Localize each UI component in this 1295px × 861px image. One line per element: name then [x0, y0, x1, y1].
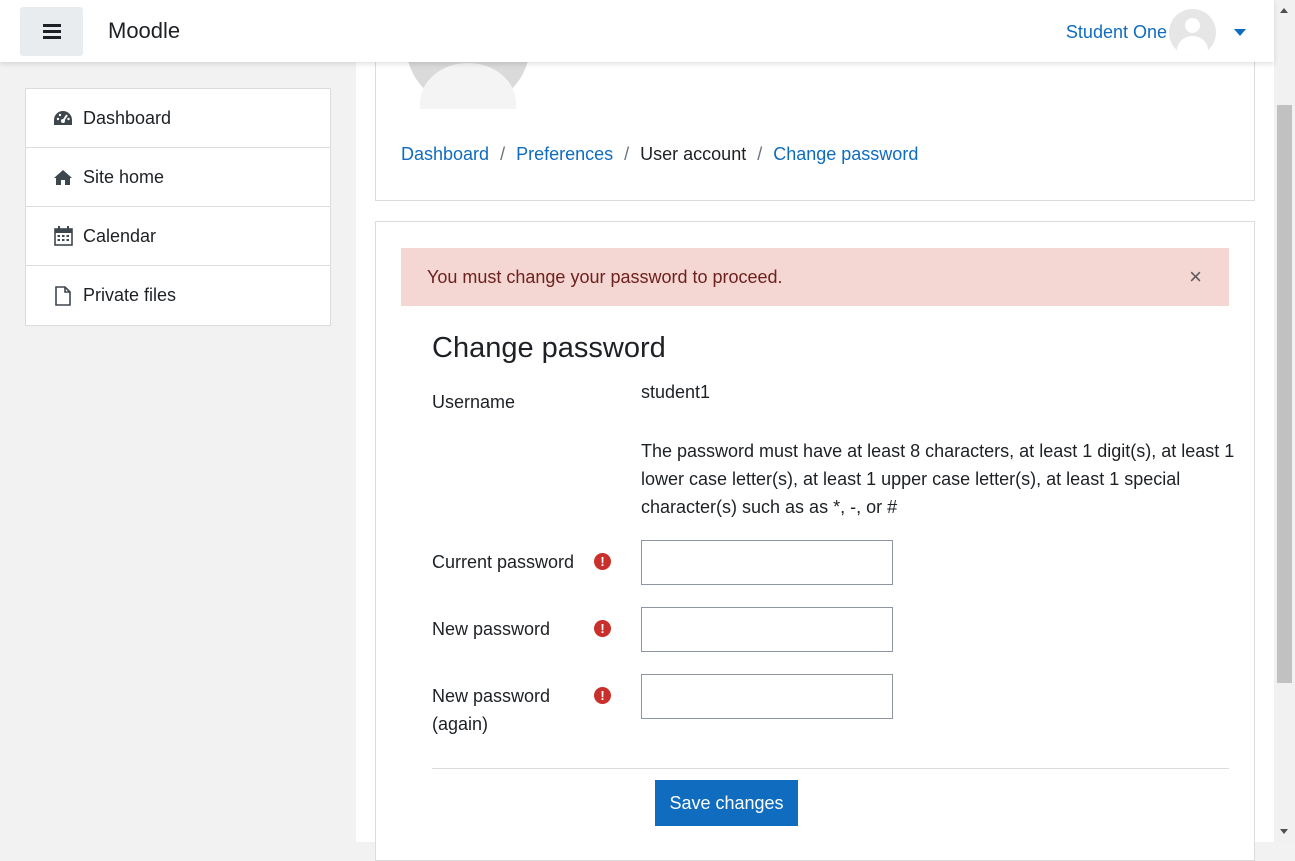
current-password-label: Current password	[432, 552, 575, 572]
breadcrumb: Dashboard / Preferences / User account /…	[401, 144, 918, 165]
page-header: Dashboard / Preferences / User account /…	[375, 52, 1255, 201]
file-icon	[52, 285, 74, 307]
password-policy: The password must have at least 8 charac…	[641, 441, 1235, 517]
close-icon[interactable]: ×	[1189, 266, 1202, 288]
nav-item-label: Dashboard	[83, 107, 172, 128]
scroll-thumb[interactable]	[1277, 105, 1292, 683]
breadcrumb-change-password[interactable]: Change password	[773, 144, 918, 165]
breadcrumb-separator: /	[500, 144, 506, 164]
form-title: Change password	[432, 332, 666, 364]
user-name[interactable]: Student One	[1066, 22, 1167, 43]
username-value: student1	[641, 382, 711, 402]
save-changes-button[interactable]: Save changes	[655, 780, 798, 826]
home-icon	[52, 166, 74, 188]
breadcrumb-dashboard[interactable]: Dashboard	[401, 144, 489, 165]
breadcrumb-separator: /	[757, 144, 763, 164]
page-scrollbar[interactable]	[1274, 0, 1295, 842]
current-password-input[interactable]	[641, 540, 893, 585]
nav-list: Dashboard Site home Calendar Private fil…	[25, 88, 331, 326]
alert-message: You must change your password to proceed…	[427, 266, 783, 287]
label-line: (again)	[432, 714, 489, 734]
nav-item-site-home[interactable]: Site home	[26, 148, 330, 207]
main-region: Dashboard / Preferences / User account /…	[356, 52, 1274, 861]
site-brand[interactable]: Moodle	[108, 18, 180, 44]
user-avatar[interactable]	[1169, 9, 1216, 56]
nav-item-calendar[interactable]: Calendar	[26, 207, 330, 266]
top-navbar: Moodle Student One	[0, 0, 1274, 62]
breadcrumb-preferences[interactable]: Preferences	[516, 144, 613, 165]
nav-item-label: Private files	[83, 285, 177, 305]
nav-item-label: Site home	[83, 166, 165, 187]
calendar-icon	[52, 225, 74, 247]
user-menu[interactable]: Student One	[1066, 9, 1246, 56]
required-icon: !	[594, 620, 611, 637]
username-label: Username	[432, 392, 516, 412]
content-card: You must change your password to proceed…	[375, 221, 1255, 861]
tachometer-icon	[52, 107, 74, 129]
breadcrumb-separator: /	[624, 144, 630, 164]
form-divider	[432, 768, 1229, 769]
scroll-down-icon[interactable]	[1280, 829, 1288, 834]
breadcrumb-user-account: User account	[640, 144, 747, 164]
nav-item-label: Calendar	[83, 225, 157, 246]
new-password-again-input[interactable]	[641, 674, 893, 719]
hamburger-icon	[42, 24, 61, 39]
new-password-input[interactable]	[641, 607, 893, 652]
nav-item-dashboard[interactable]: Dashboard	[26, 89, 330, 148]
drawer-toggle-button[interactable]	[20, 7, 83, 56]
new-password-again-label: New password (again)	[432, 682, 550, 738]
scroll-up-icon[interactable]	[1280, 8, 1288, 13]
nav-item-private-files[interactable]: Private files	[26, 266, 330, 325]
label-line: New password	[432, 686, 551, 706]
error-alert: You must change your password to proceed…	[401, 248, 1229, 306]
caret-down-icon[interactable]	[1234, 29, 1246, 36]
required-icon: !	[594, 553, 611, 570]
nav-drawer: Dashboard Site home Calendar Private fil…	[0, 62, 356, 842]
required-icon: !	[594, 687, 611, 704]
new-password-label: New password	[432, 619, 551, 639]
